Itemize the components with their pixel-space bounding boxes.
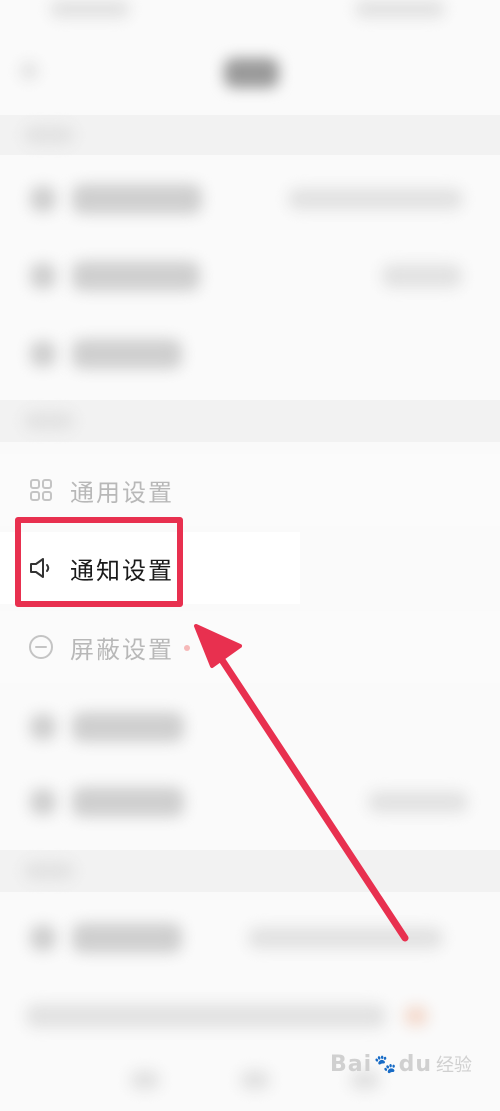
watermark-brand: Bai xyxy=(330,1051,373,1077)
annotation-arrow xyxy=(194,624,409,942)
settings-page: 通用设置 通知设置 屏蔽设置 Bai 🐾 du 经验 xyxy=(0,0,500,1111)
watermark-sub: 经验 xyxy=(436,1055,472,1076)
arrow-shaft xyxy=(218,656,409,942)
paw-icon: 🐾 xyxy=(374,1053,397,1075)
baidu-watermark: Bai 🐾 du 经验 xyxy=(330,1051,472,1077)
watermark-brand-tail: du xyxy=(398,1051,432,1077)
arrow-head xyxy=(194,624,242,668)
